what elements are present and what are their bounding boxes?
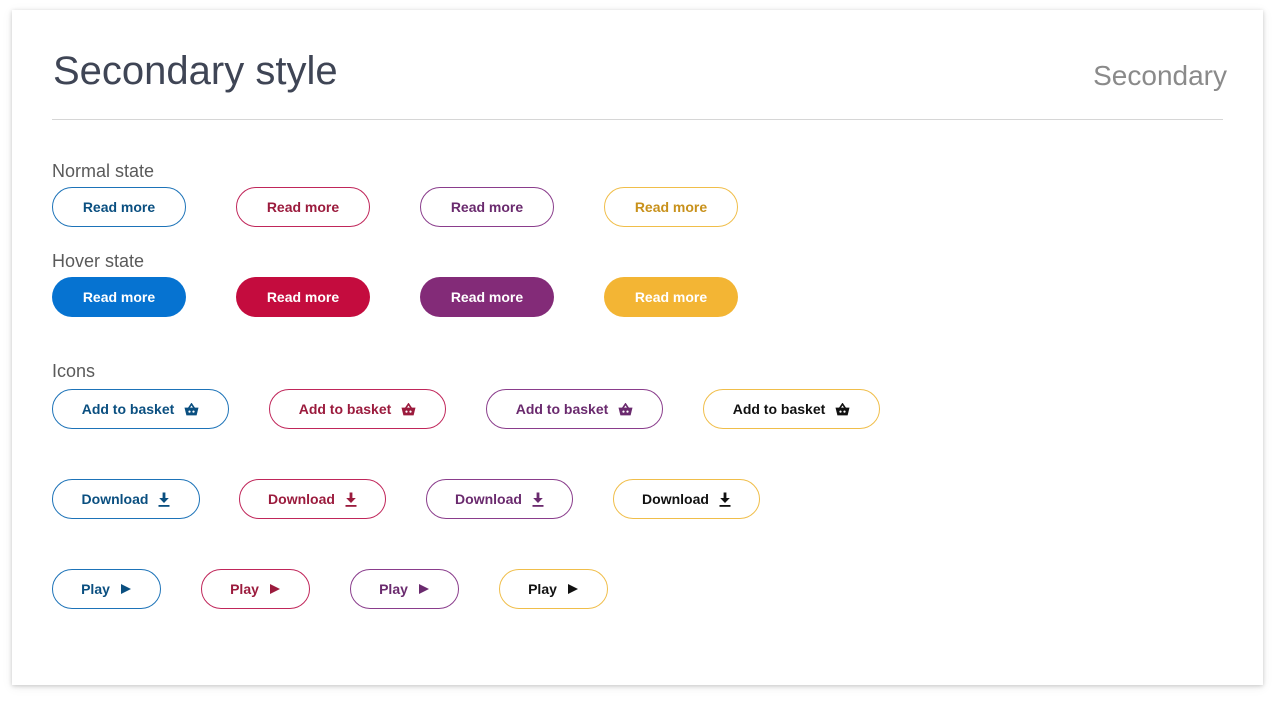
play-icon (418, 583, 430, 595)
download-icon (532, 492, 544, 507)
download-icon (345, 492, 357, 507)
add-to-basket-button-red[interactable]: Add to basket (269, 389, 446, 429)
button-label: Add to basket (515, 401, 609, 417)
button-label: Play (528, 581, 557, 597)
normal-state-label: Normal state (52, 161, 155, 181)
play-button-yellow[interactable]: Play (499, 569, 608, 609)
download-button-yellow[interactable]: Download (613, 479, 760, 519)
button-label: Read more (634, 289, 708, 305)
add-to-basket-button-purple[interactable]: Add to basket (486, 389, 663, 429)
hover-state-label: Hover state (52, 251, 145, 271)
button-label: Add to basket (298, 401, 392, 417)
button-label: Read more (450, 199, 524, 215)
page-tag: Secondary (1093, 60, 1227, 91)
button-label: Download (268, 491, 335, 507)
download-icon (158, 492, 170, 507)
basket-icon (835, 402, 850, 416)
style-card: Secondary style Secondary Normal state R… (12, 10, 1263, 685)
read-more-button-blue[interactable]: Read more (52, 187, 186, 227)
download-icon (719, 492, 731, 507)
button-label: Read more (266, 199, 340, 215)
add-to-basket-button-yellow[interactable]: Add to basket (703, 389, 880, 429)
button-label: Play (81, 581, 110, 597)
download-button-purple[interactable]: Download (426, 479, 573, 519)
add-to-basket-button-blue[interactable]: Add to basket (52, 389, 229, 429)
button-label: Play (379, 581, 408, 597)
read-more-button-purple[interactable]: Read more (420, 187, 554, 227)
button-label: Read more (82, 199, 156, 215)
read-more-button-red-hover[interactable]: Read more (236, 277, 370, 317)
button-label: Read more (82, 289, 156, 305)
divider (52, 119, 1223, 120)
play-icon (567, 583, 579, 595)
button-label: Download (455, 491, 522, 507)
button-label: Download (81, 491, 149, 507)
read-more-button-yellow[interactable]: Read more (604, 187, 738, 227)
button-label: Read more (450, 289, 524, 305)
read-more-button-purple-hover[interactable]: Read more (420, 277, 554, 317)
button-label: Read more (634, 199, 708, 215)
read-more-button-red[interactable]: Read more (236, 187, 370, 227)
play-button-blue[interactable]: Play (52, 569, 161, 609)
play-button-red[interactable]: Play (201, 569, 310, 609)
icons-label: Icons (52, 361, 96, 381)
read-more-button-yellow-hover[interactable]: Read more (604, 277, 738, 317)
button-label: Play (230, 581, 259, 597)
button-label: Read more (266, 289, 340, 305)
play-icon (120, 583, 132, 595)
download-button-blue[interactable]: Download (52, 479, 200, 519)
download-button-red[interactable]: Download (239, 479, 386, 519)
basket-icon (184, 402, 199, 416)
read-more-button-blue-hover[interactable]: Read more (52, 277, 186, 317)
basket-icon (618, 402, 633, 416)
button-label: Download (642, 491, 709, 507)
button-label: Add to basket (732, 401, 826, 417)
button-label: Add to basket (81, 401, 175, 417)
play-button-purple[interactable]: Play (350, 569, 459, 609)
basket-icon (401, 402, 416, 416)
page-title: Secondary style (53, 49, 338, 93)
play-icon (269, 583, 281, 595)
